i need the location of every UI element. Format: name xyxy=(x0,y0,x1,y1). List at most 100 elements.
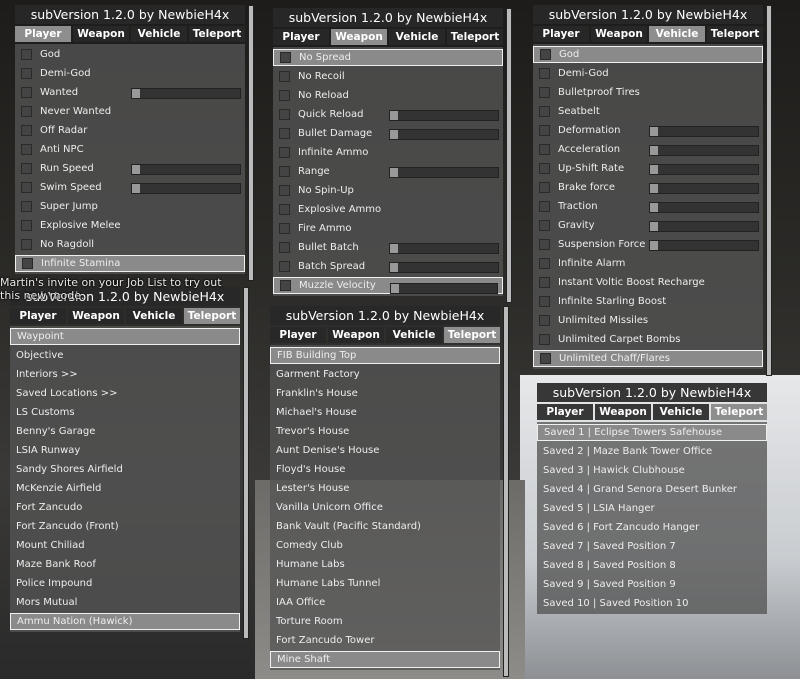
menu-item[interactable]: McKenzie Airfield xyxy=(10,479,240,498)
scrollbar[interactable] xyxy=(248,5,254,281)
checkbox[interactable] xyxy=(279,204,290,215)
menu-item[interactable]: Never Wanted xyxy=(15,102,245,121)
menu-item[interactable]: Waypoint xyxy=(10,328,240,345)
menu-item[interactable]: Saved 4 | Grand Senora Desert Bunker xyxy=(537,480,767,499)
checkbox[interactable] xyxy=(21,68,32,79)
slider[interactable] xyxy=(649,126,759,137)
checkbox[interactable] xyxy=(279,185,290,196)
menu-item[interactable]: No Spin-Up xyxy=(273,181,503,200)
menu-item[interactable]: Fort Zancudo Tower xyxy=(270,631,500,650)
menu-item[interactable]: Humane Labs xyxy=(270,555,500,574)
menu-item[interactable]: No Reload xyxy=(273,86,503,105)
menu-item[interactable]: Gravity xyxy=(533,216,763,235)
tab-player[interactable]: Player xyxy=(537,404,593,420)
menu-item[interactable]: Garment Factory xyxy=(270,365,500,384)
menu-item[interactable]: Quick Reload xyxy=(273,105,503,124)
scrollbar[interactable] xyxy=(243,287,249,639)
menu-item[interactable]: Bank Vault (Pacific Standard) xyxy=(270,517,500,536)
checkbox[interactable] xyxy=(22,258,33,269)
checkbox[interactable] xyxy=(21,87,32,98)
menu-item[interactable]: Saved 9 | Saved Position 9 xyxy=(537,575,767,594)
checkbox[interactable] xyxy=(539,258,550,269)
slider-thumb[interactable] xyxy=(650,241,658,250)
menu-item[interactable]: Explosive Melee xyxy=(15,216,245,235)
slider-thumb[interactable] xyxy=(390,263,398,272)
checkbox[interactable] xyxy=(21,182,32,193)
menu-item[interactable]: Unlimited Chaff/Flares xyxy=(533,350,763,367)
checkbox[interactable] xyxy=(540,353,551,364)
tab-teleport[interactable]: Teleport xyxy=(447,29,503,45)
slider[interactable] xyxy=(131,88,241,99)
slider[interactable] xyxy=(649,164,759,175)
checkbox[interactable] xyxy=(21,220,32,231)
menu-item[interactable]: Off Radar xyxy=(15,121,245,140)
slider-thumb[interactable] xyxy=(650,146,658,155)
tab-weapon[interactable]: Weapon xyxy=(591,26,647,42)
tab-player[interactable]: Player xyxy=(273,29,329,45)
checkbox[interactable] xyxy=(539,334,550,345)
menu-item[interactable]: Batch Spread xyxy=(273,257,503,276)
checkbox[interactable] xyxy=(539,144,550,155)
menu-item[interactable]: Fort Zancudo (Front) xyxy=(10,517,240,536)
menu-item[interactable]: Police Impound xyxy=(10,574,240,593)
tab-player[interactable]: Player xyxy=(10,308,66,324)
menu-item[interactable]: Saved 2 | Maze Bank Tower Office xyxy=(537,442,767,461)
menu-item[interactable]: Up-Shift Rate xyxy=(533,159,763,178)
slider[interactable] xyxy=(649,202,759,213)
menu-item[interactable]: Saved 3 | Hawick Clubhouse xyxy=(537,461,767,480)
tab-vehicle[interactable]: Vehicle xyxy=(653,404,709,420)
checkbox[interactable] xyxy=(21,201,32,212)
menu-item[interactable]: LS Customs xyxy=(10,403,240,422)
slider[interactable] xyxy=(649,183,759,194)
tab-weapon[interactable]: Weapon xyxy=(328,327,384,343)
menu-item[interactable]: Mount Chiliad xyxy=(10,536,240,555)
menu-item[interactable]: Maze Bank Roof xyxy=(10,555,240,574)
checkbox[interactable] xyxy=(279,109,290,120)
tab-teleport[interactable]: Teleport xyxy=(444,327,500,343)
menu-item[interactable]: Vanilla Unicorn Office xyxy=(270,498,500,517)
menu-item[interactable]: Run Speed xyxy=(15,159,245,178)
menu-item[interactable]: Unlimited Missiles xyxy=(533,311,763,330)
menu-item[interactable]: Saved 5 | LSIA Hanger xyxy=(537,499,767,518)
menu-item[interactable]: Infinite Ammo xyxy=(273,143,503,162)
checkbox[interactable] xyxy=(21,144,32,155)
tab-teleport[interactable]: Teleport xyxy=(707,26,763,42)
tab-vehicle[interactable]: Vehicle xyxy=(389,29,445,45)
slider-thumb[interactable] xyxy=(650,222,658,231)
menu-item[interactable]: Saved 10 | Saved Position 10 xyxy=(537,594,767,613)
checkbox[interactable] xyxy=(539,68,550,79)
checkbox[interactable] xyxy=(21,106,32,117)
checkbox[interactable] xyxy=(279,223,290,234)
menu-item[interactable]: Fort Zancudo xyxy=(10,498,240,517)
checkbox[interactable] xyxy=(539,201,550,212)
menu-item[interactable]: Sandy Shores Airfield xyxy=(10,460,240,479)
checkbox[interactable] xyxy=(539,220,550,231)
menu-item[interactable]: Infinite Stamina xyxy=(15,255,245,272)
menu-item[interactable]: Bullet Damage xyxy=(273,124,503,143)
slider[interactable] xyxy=(389,110,499,121)
menu-item[interactable]: Lester's House xyxy=(270,479,500,498)
menu-item[interactable]: Muzzle Velocity xyxy=(273,277,503,294)
checkbox[interactable] xyxy=(539,277,550,288)
menu-item[interactable]: Saved 7 | Saved Position 7 xyxy=(537,537,767,556)
menu-item[interactable]: FIB Building Top xyxy=(270,347,500,364)
slider[interactable] xyxy=(389,262,499,273)
checkbox[interactable] xyxy=(539,106,550,117)
checkbox[interactable] xyxy=(279,90,290,101)
menu-item[interactable]: Traction xyxy=(533,197,763,216)
slider[interactable] xyxy=(649,145,759,156)
slider-thumb[interactable] xyxy=(132,165,140,174)
scrollbar[interactable] xyxy=(503,306,509,677)
menu-item[interactable]: Mors Mutual xyxy=(10,593,240,612)
menu-item[interactable]: Floyd's House xyxy=(270,460,500,479)
menu-item[interactable]: Wanted xyxy=(15,83,245,102)
tab-weapon[interactable]: Weapon xyxy=(73,26,129,42)
menu-item[interactable]: Mine Shaft xyxy=(270,651,500,668)
tab-weapon[interactable]: Weapon xyxy=(68,308,124,324)
menu-item[interactable]: Unlimited Carpet Bombs xyxy=(533,330,763,349)
menu-item[interactable]: Objective xyxy=(10,346,240,365)
slider[interactable] xyxy=(389,129,499,140)
checkbox[interactable] xyxy=(279,71,290,82)
menu-item[interactable]: Saved Locations >> xyxy=(10,384,240,403)
checkbox[interactable] xyxy=(279,261,290,272)
